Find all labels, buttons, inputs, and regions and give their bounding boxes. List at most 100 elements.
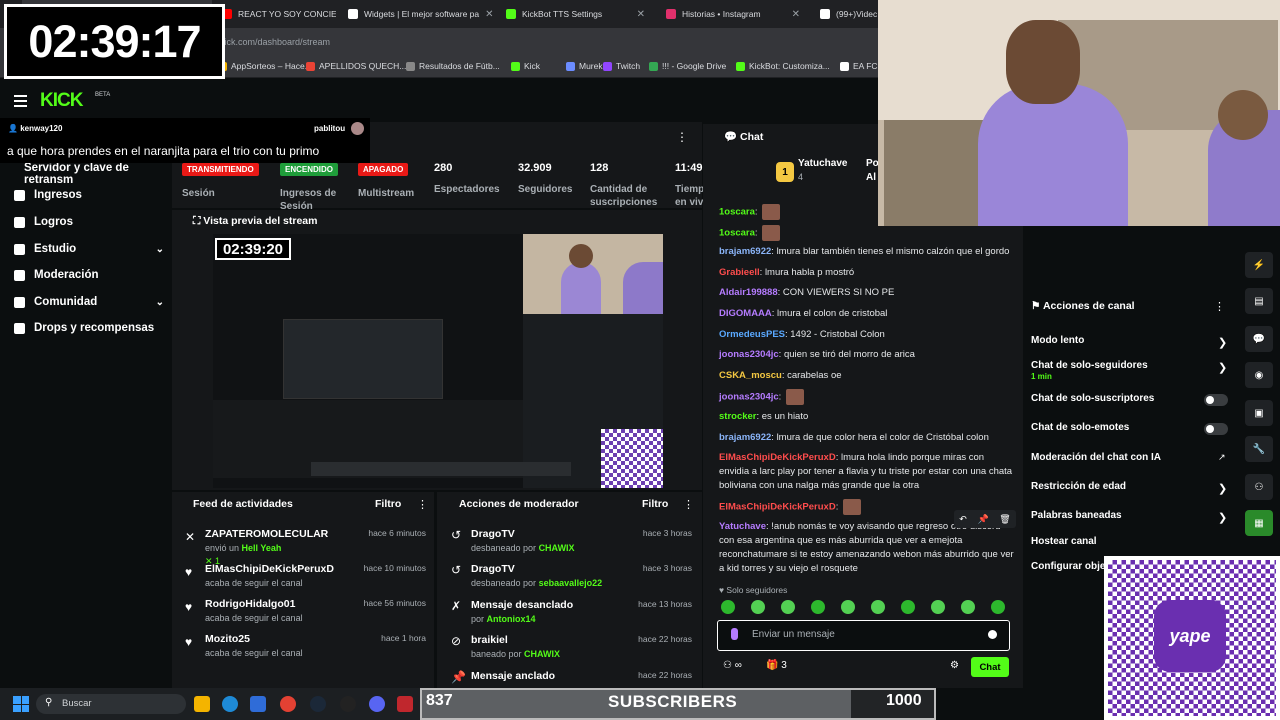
chat-message[interactable]: brajam6922: lmura de que color hera el c… <box>719 431 1014 445</box>
rail-chat-icon[interactable]: 💬 <box>1245 326 1273 352</box>
activity-row[interactable]: ✕ ZAPATEROMOLECULAR envió un Hell Yeah ✕ 1h… <box>185 528 426 567</box>
sidebar-item[interactable]: Comunidad ⌄ <box>14 296 164 308</box>
browser-tab[interactable]: REACT YO SOY CONCIE✕ <box>214 0 336 28</box>
toggle-switch[interactable] <box>1204 394 1228 406</box>
app-icon[interactable] <box>340 696 356 712</box>
browser-tab[interactable]: KickBot TTS Settings ✕ <box>498 0 653 28</box>
toggle-switch[interactable] <box>1204 423 1228 435</box>
chat-username[interactable]: Yatuchave <box>719 521 766 532</box>
chat-message[interactable]: Grabieell: lmura habla p mostró <box>719 266 1014 280</box>
activity-more-icon[interactable]: ⋮ <box>417 498 428 511</box>
pin-icon[interactable]: 📌 <box>977 514 988 525</box>
rail-doc-icon[interactable]: ▤ <box>1245 288 1273 314</box>
chat-message[interactable]: 1oscara: <box>719 225 1014 241</box>
emote-icon[interactable] <box>811 600 825 614</box>
chat-message[interactable]: brajam6922: lmura blar también tienes el… <box>719 245 1014 259</box>
chat-message[interactable]: joonas2304jc: quien se tiró del morro de… <box>719 348 1014 362</box>
sidebar-item[interactable]: Drops y recompensas <box>14 322 164 334</box>
bookmark-item[interactable]: Resultados de Fútb... <box>406 61 500 71</box>
channel-action-2[interactable]: Chat de solo-suscriptores <box>1031 393 1154 404</box>
sidebar-item[interactable]: Ingresos <box>14 189 164 201</box>
bookmark-item[interactable]: Kick <box>511 61 540 71</box>
chevron-right-icon[interactable]: ❯ <box>1218 482 1227 495</box>
emote-icon[interactable] <box>721 600 735 614</box>
reply-icon[interactable]: ↶ <box>959 514 967 525</box>
rail-save-icon[interactable]: ▣ <box>1245 400 1273 426</box>
moderation-row[interactable]: ↺ DragoTV desbaneado por CHAWIX hace 3 hora… <box>451 528 692 553</box>
chat-username[interactable]: joonas2304jc <box>719 392 779 403</box>
channel-action-1[interactable]: Chat de solo-seguidores 1 min <box>1031 360 1148 381</box>
channel-action-6[interactable]: Palabras baneadas <box>1031 510 1122 521</box>
menu-icon[interactable] <box>14 95 27 110</box>
chevron-right-icon[interactable]: ❯ <box>1218 361 1227 374</box>
chat-username[interactable]: joonas2304jc <box>719 349 779 360</box>
chat-username[interactable]: Aldair199888 <box>719 287 778 298</box>
channel-action-3[interactable]: Chat de solo-emotes <box>1031 422 1129 433</box>
activity-filter-button[interactable]: Filtro <box>375 498 401 510</box>
bookmark-item[interactable]: Twitch <box>603 61 640 71</box>
actions-more-icon[interactable]: ⋮ <box>1214 300 1225 313</box>
chat-username[interactable]: Grabieell <box>719 267 760 278</box>
discord-icon[interactable] <box>369 696 385 712</box>
chat-message[interactable]: Yatuchave: !anub nomás te voy avisando q… <box>719 520 1014 576</box>
chat-username[interactable]: OrmedeusPES <box>719 329 785 340</box>
chat-message[interactable]: Aldair199888: CON VIEWERS SI NO PE <box>719 286 1014 300</box>
browser-tab[interactable]: (99+)Videc✕ <box>812 0 878 28</box>
moderation-row[interactable]: 📌 Mensaje anclado hace 22 horas <box>451 670 692 684</box>
browser-tab[interactable]: Widgets | El mejor software pa ✕ <box>340 0 495 28</box>
moderation-filter-button[interactable]: Filtro <box>642 498 668 510</box>
chat-username[interactable]: 1oscara <box>719 207 755 218</box>
chat-message[interactable]: joonas2304jc: <box>719 389 1014 405</box>
message-actions[interactable]: ↶ 📌 🗑 <box>954 510 1016 528</box>
more-icon[interactable]: ⋮ <box>676 130 688 144</box>
edge-icon[interactable] <box>222 696 238 712</box>
moderation-more-icon[interactable]: ⋮ <box>683 498 694 511</box>
windows-start-icon[interactable] <box>13 696 29 712</box>
chat-username[interactable]: 1oscara <box>719 228 755 239</box>
sidebar-item[interactable]: Logros <box>14 216 164 228</box>
moderation-row[interactable]: ✗ Mensaje desanclado por Antoniox14 hace 13… <box>451 599 692 624</box>
store-icon[interactable] <box>250 696 266 712</box>
rail-game-icon[interactable]: ▦ <box>1245 510 1273 536</box>
emote-icon[interactable] <box>841 600 855 614</box>
channel-action-4[interactable]: Moderación del chat con IA <box>1031 452 1161 463</box>
rail-users-icon[interactable]: ⚇ <box>1245 474 1273 500</box>
steam-icon[interactable] <box>310 696 326 712</box>
chat-message[interactable]: DIGOMAAA: lmura el colon de cristobal <box>719 307 1014 321</box>
channel-action-8[interactable]: Configurar objet <box>1031 561 1109 572</box>
moderation-row[interactable]: ↺ DragoTV desbaneado por sebaavallejo22 hac… <box>451 563 692 588</box>
emote-icon[interactable] <box>961 600 975 614</box>
emoji-icon[interactable] <box>988 630 997 639</box>
chevron-down-icon[interactable]: ⌄ <box>156 244 164 255</box>
external-link-icon[interactable]: ↗ <box>1218 452 1226 463</box>
delete-icon[interactable]: 🗑 <box>999 514 1010 525</box>
chat-message[interactable]: ElMasChipiDeKickPeruxD: lmura hola lindo… <box>719 451 1014 493</box>
chat-username[interactable]: DIGOMAAA <box>719 308 772 319</box>
chat-username[interactable]: CSKA_moscu <box>719 370 782 381</box>
sidebar-item[interactable]: Moderación <box>14 269 164 281</box>
chevron-down-icon[interactable]: ⌄ <box>156 297 164 308</box>
bookmark-item[interactable]: Mureka <box>566 61 607 71</box>
channel-action-0[interactable]: Modo lento <box>1031 335 1084 346</box>
browser-tab[interactable]: Historias • Instagram ✕ <box>658 0 808 28</box>
close-icon[interactable]: ✕ <box>637 9 645 20</box>
file-explorer-icon[interactable] <box>194 696 210 712</box>
taskbar-search[interactable]: Buscar <box>36 694 186 714</box>
chat-input-placeholder[interactable]: Enviar un mensaje <box>752 629 835 640</box>
status-badge[interactable]: APAGADO <box>358 163 409 176</box>
chevron-right-icon[interactable]: ❯ <box>1218 511 1227 524</box>
chevron-right-icon[interactable]: ❯ <box>1218 336 1227 349</box>
status-badge[interactable]: TRANSMITIENDO <box>182 163 259 176</box>
settings-icon[interactable]: ⚙ <box>950 660 959 671</box>
channel-action-7[interactable]: Hostear canal <box>1031 536 1097 547</box>
activity-row[interactable]: ♥ Mozito25 acaba de seguir el canal hace 1 … <box>185 633 426 658</box>
kick-logo[interactable]: KICK <box>40 90 83 112</box>
emote-icon[interactable] <box>871 600 885 614</box>
moderation-row[interactable]: ⊘ braikiel baneado por CHAWIX hace 22 horas <box>451 634 692 659</box>
gift-icon[interactable]: 🎁 3 <box>766 660 787 671</box>
chrome-icon[interactable] <box>280 696 296 712</box>
chat-message[interactable]: strocker: es un hiato <box>719 410 1014 424</box>
chat-username[interactable]: brajam6922 <box>719 246 771 257</box>
close-icon[interactable]: ✕ <box>485 9 493 20</box>
rail-broadcast-icon[interactable]: ◉ <box>1245 362 1273 388</box>
